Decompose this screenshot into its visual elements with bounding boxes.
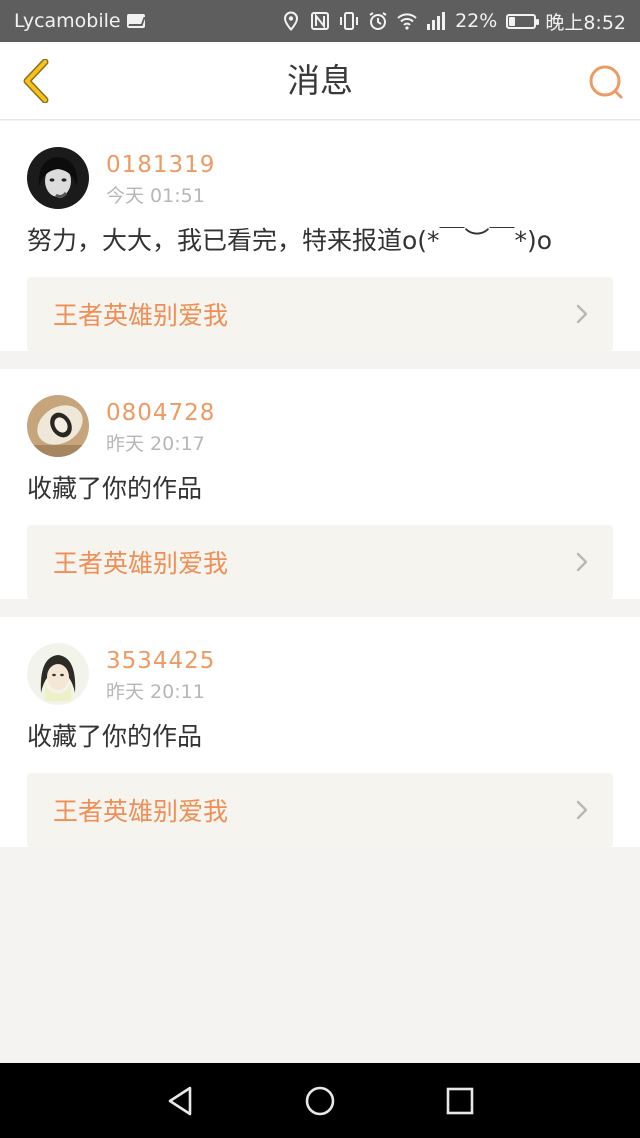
signal-icon [426,11,446,31]
vibrate-icon [339,11,359,31]
message-card: 3534425 昨天 20:11 收藏了你的作品 王者英雄别爱我 [0,617,640,847]
carrier-name: Lycamobile [14,10,121,32]
battery-fill [509,16,516,26]
username[interactable]: 3534425 [106,646,215,676]
system-home-button[interactable] [300,1081,340,1121]
system-recents-button[interactable] [440,1081,480,1121]
chevron-right-icon [576,552,588,572]
message-text: 收藏了你的作品 [27,474,203,503]
message-text: 努力，大大，我已看完，特来报道o(*￣︶￣*)o [27,226,553,255]
battery-percent: 22% [455,10,498,32]
username[interactable]: 0804728 [106,398,215,428]
message-card: 0804728 昨天 20:17 收藏了你的作品 王者英雄别爱我 [0,369,640,599]
work-title: 王者英雄别爱我 [53,301,229,330]
work-title: 王者英雄别爱我 [53,797,229,826]
search-button[interactable] [584,60,628,104]
work-link[interactable]: 王者英雄别爱我 [27,773,613,847]
wifi-icon [397,11,417,31]
chevron-right-icon [576,304,588,324]
message-card: 0181319 今天 01:51 努力，大大，我已看完，特来报道o(*￣︶￣*)… [0,121,640,351]
timestamp: 昨天 20:17 [106,433,205,455]
location-icon [281,11,301,31]
alarm-icon [368,11,388,31]
search-icon [589,65,623,99]
message-list: 0181319 今天 01:51 努力，大大，我已看完，特来报道o(*￣︶￣*)… [0,121,640,865]
page-title: 消息 [287,61,353,100]
circle-home-icon [305,1086,335,1115]
username[interactable]: 0181319 [106,150,215,180]
work-link[interactable]: 王者英雄别爱我 [27,525,613,599]
triangle-back-icon [168,1086,192,1115]
avatar[interactable] [27,643,89,705]
avatar[interactable] [27,395,89,457]
work-link[interactable]: 王者英雄别爱我 [27,277,613,351]
message-header: 3534425 昨天 20:11 [27,617,613,717]
system-back-button[interactable] [160,1081,200,1121]
message-header: 0804728 昨天 20:17 [27,369,613,469]
status-icons: 22% 晚上8:52 [281,8,626,35]
work-title: 王者英雄别爱我 [53,549,229,578]
system-nav-bar [0,1063,640,1138]
clock: 晚上8:52 [545,11,626,34]
nav-bar: 消息 [0,42,640,120]
timestamp: 今天 01:51 [106,185,205,207]
message-header: 0181319 今天 01:51 [27,121,613,221]
message-text: 收藏了你的作品 [27,722,203,751]
activity-icon [126,14,145,28]
timestamp: 昨天 20:11 [106,681,205,703]
square-recents-icon [446,1087,474,1114]
carrier-group: Lycamobile [14,10,145,32]
message-meta: 0181319 今天 01:51 [106,147,215,211]
chevron-right-icon [576,800,588,820]
status-bar: Lycamobile 22% 晚上8:52 [0,0,640,42]
message-meta: 3534425 昨天 20:11 [106,643,215,707]
nfc-icon [310,11,330,31]
message-meta: 0804728 昨天 20:17 [106,395,215,459]
battery-icon [506,13,540,29]
avatar[interactable] [27,147,89,209]
